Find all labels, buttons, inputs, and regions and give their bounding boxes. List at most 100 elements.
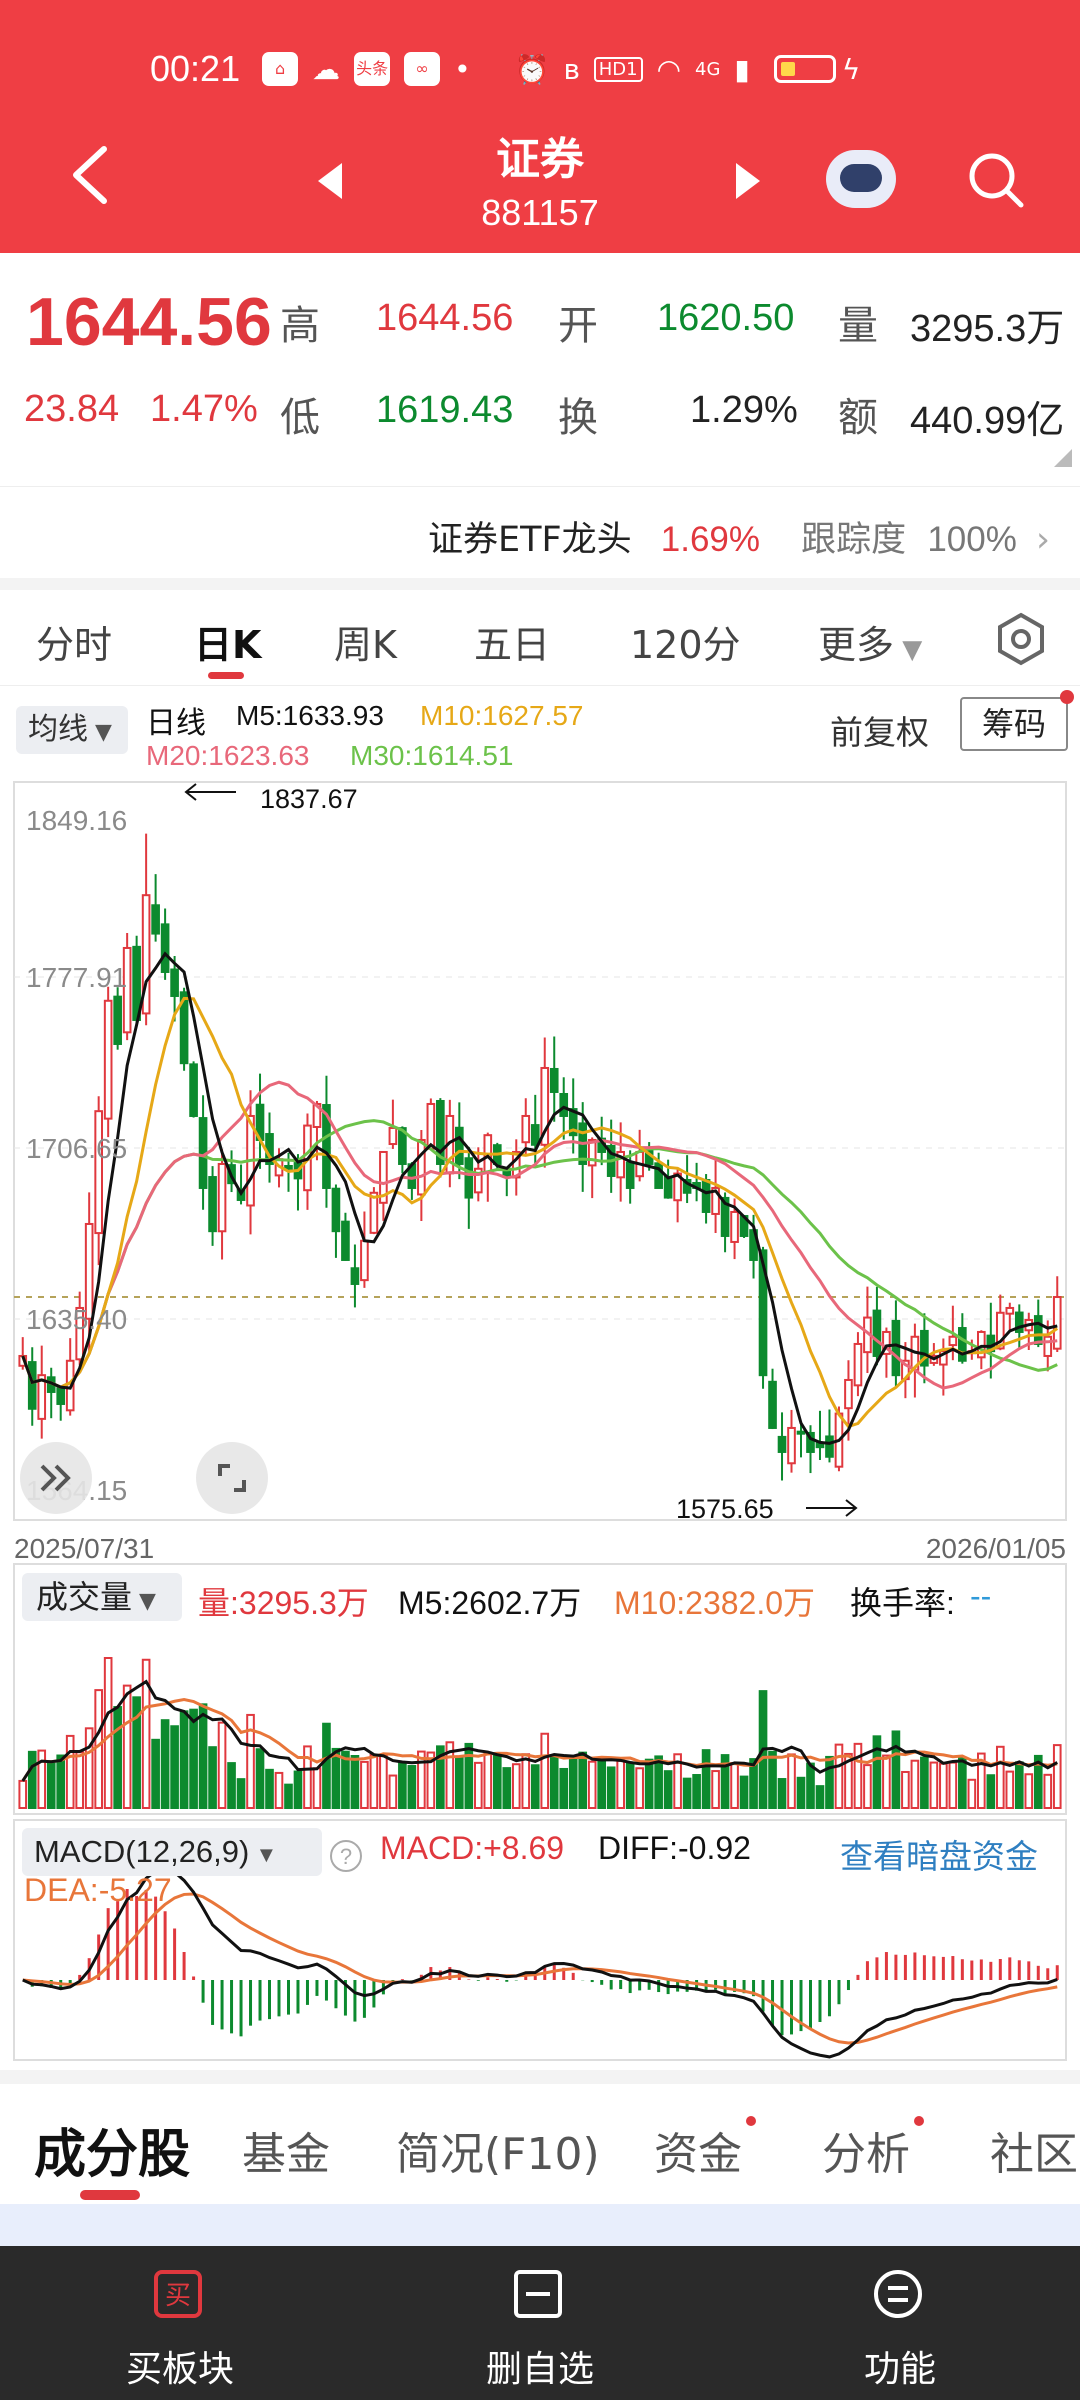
functions-button[interactable]: 功能 bbox=[720, 2246, 1080, 2400]
volume-bar bbox=[521, 1753, 531, 1810]
tab-capital[interactable]: 资金 bbox=[654, 2118, 742, 2182]
macd-legend: MACD:+8.69 bbox=[380, 1830, 565, 1866]
volume-bar bbox=[322, 1722, 331, 1809]
assistant-robot-icon[interactable] bbox=[826, 150, 896, 208]
candle-body bbox=[796, 1430, 806, 1435]
quote-panel: 1644.56 23.84 1.47% 高 1644.56 开 1620.50 … bbox=[0, 253, 1080, 483]
signal-icon: ▮ bbox=[734, 52, 750, 86]
notice-strip[interactable] bbox=[0, 2204, 1080, 2246]
candle-body bbox=[625, 1161, 635, 1189]
macd-select[interactable]: MACD(12,26,9) ▼ bbox=[22, 1828, 322, 1876]
volume-bar bbox=[84, 1727, 94, 1810]
candle-body bbox=[27, 1361, 37, 1410]
volume-bar bbox=[929, 1761, 939, 1810]
page-title: 证券 bbox=[496, 134, 584, 185]
dea-legend: DEA:-5.27 bbox=[24, 1872, 172, 1908]
amount-label: 额 bbox=[838, 395, 878, 441]
volume-bar bbox=[407, 1765, 417, 1809]
dot-icon: • bbox=[454, 52, 471, 86]
volume-bar bbox=[1014, 1761, 1024, 1810]
volume-bar bbox=[872, 1735, 882, 1810]
volume-bar bbox=[739, 1775, 749, 1809]
tab-intraday[interactable]: 分时 bbox=[36, 614, 112, 669]
volume-bar bbox=[635, 1767, 644, 1809]
etf-bar[interactable]: 证券ETF龙头 1.69% 跟踪度 100% › bbox=[0, 486, 1080, 578]
candle-body bbox=[777, 1435, 787, 1453]
candle-body bbox=[1033, 1315, 1043, 1345]
chevron-right-icon: › bbox=[1036, 520, 1050, 560]
adjust-select[interactable]: 前复权 bbox=[830, 706, 929, 754]
volume-bar bbox=[625, 1761, 635, 1809]
stock-code: 881157 bbox=[481, 192, 599, 233]
volume-bar bbox=[549, 1754, 559, 1809]
low-value: 1619.43 bbox=[376, 389, 514, 431]
tab-five-day[interactable]: 五日 bbox=[474, 614, 550, 669]
annotation-low-label: 1575.65 bbox=[676, 1494, 774, 1524]
volume-bar bbox=[255, 1748, 265, 1810]
tab-f10[interactable]: 简况(F10) bbox=[396, 2118, 600, 2182]
candle-body bbox=[94, 1110, 103, 1235]
volume-bar bbox=[227, 1762, 236, 1809]
settings-hexagon-icon[interactable] bbox=[994, 612, 1048, 666]
volume-bar bbox=[692, 1774, 701, 1809]
tab-weekly-k[interactable]: 周K bbox=[334, 614, 397, 669]
volume-bar bbox=[986, 1774, 996, 1809]
volume-bar bbox=[730, 1762, 739, 1810]
tab-funds[interactable]: 基金 bbox=[242, 2118, 330, 2182]
candle-body bbox=[417, 1138, 426, 1196]
buy-sector-button[interactable]: 买 买板块 bbox=[0, 2246, 360, 2400]
candle-body bbox=[56, 1387, 66, 1405]
volume-bar bbox=[398, 1761, 407, 1810]
volume-bar bbox=[882, 1754, 891, 1810]
expand-left-button[interactable] bbox=[20, 1442, 92, 1514]
chip-button[interactable]: 筹码 bbox=[960, 697, 1068, 751]
y-tick-label: 1706.65 bbox=[26, 1133, 127, 1164]
battery-icon bbox=[773, 55, 836, 83]
volume-bar bbox=[350, 1755, 360, 1810]
volume-select[interactable]: 成交量 ▼ bbox=[22, 1573, 182, 1621]
tab-120min[interactable]: 120分 bbox=[630, 614, 741, 669]
tab-community[interactable]: 社区 bbox=[990, 2118, 1078, 2182]
y-tick-label: 1635.40 bbox=[26, 1304, 127, 1335]
high-value: 1644.56 bbox=[376, 297, 514, 339]
dark-pool-link[interactable]: 查看暗盘资金 bbox=[840, 1830, 1038, 1878]
tab-analysis[interactable]: 分析 bbox=[822, 2118, 910, 2182]
volume-bar bbox=[170, 1725, 179, 1810]
turnover-rate-label: 换手率: bbox=[850, 1585, 955, 1621]
candle-body bbox=[549, 1067, 559, 1093]
help-icon[interactable]: ? bbox=[328, 1838, 364, 1874]
volume-bar bbox=[711, 1770, 720, 1810]
candle-body bbox=[217, 1162, 227, 1233]
tab-constituents[interactable]: 成分股 bbox=[34, 2112, 190, 2187]
next-stock-icon[interactable] bbox=[736, 163, 760, 199]
open-label: 开 bbox=[558, 303, 598, 349]
volume-bar bbox=[94, 1689, 103, 1810]
volume-bar bbox=[274, 1771, 284, 1809]
candle-body bbox=[853, 1342, 863, 1387]
ma-select[interactable]: 均线 ▼ bbox=[16, 706, 128, 754]
volume-bar bbox=[265, 1768, 274, 1809]
volume-bar bbox=[369, 1753, 379, 1809]
fullscreen-button[interactable] bbox=[196, 1442, 268, 1514]
candle-body bbox=[360, 1239, 369, 1282]
divider bbox=[0, 2070, 1080, 2084]
candle-body bbox=[530, 1124, 540, 1146]
tab-daily-k[interactable]: 日K bbox=[194, 614, 261, 669]
notification-dot bbox=[914, 2116, 924, 2126]
candle-body bbox=[1043, 1335, 1053, 1357]
search-icon[interactable] bbox=[966, 150, 1026, 210]
start-date: 2025/07/31 bbox=[14, 1533, 154, 1564]
volume-bar bbox=[920, 1756, 929, 1809]
volume-bar bbox=[967, 1778, 977, 1809]
tab-more[interactable]: 更多 ▼ bbox=[818, 614, 922, 669]
volume-bar bbox=[236, 1778, 246, 1809]
turnover-label: 换 bbox=[558, 395, 598, 441]
candle-body bbox=[113, 995, 122, 1045]
etf-track-value: 100% bbox=[927, 520, 1017, 559]
volume-bar bbox=[995, 1745, 1005, 1810]
candle-body bbox=[208, 1176, 217, 1233]
candle-body bbox=[331, 1187, 341, 1233]
end-date: 2026/01/05 bbox=[926, 1533, 1066, 1564]
remove-watchlist-button[interactable]: 删自选 bbox=[360, 2246, 720, 2400]
candle-body bbox=[730, 1210, 739, 1243]
